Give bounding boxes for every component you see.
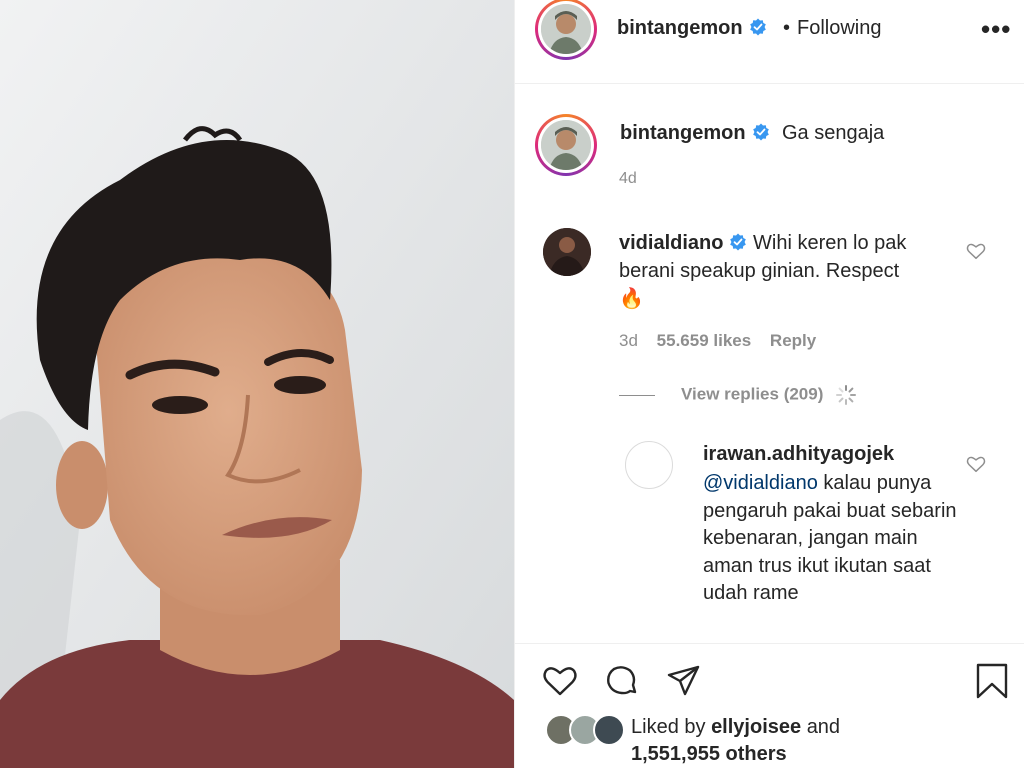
caption-text: Ga sengaja (782, 122, 885, 144)
share-icon[interactable] (665, 662, 703, 700)
likes-count[interactable]: 1,551,955 others (631, 743, 787, 766)
post-details-panel: bintangemon • Following ••• bintangemon … (514, 0, 1024, 768)
author-username[interactable]: bintangemon (617, 17, 767, 40)
comment-username[interactable]: vidialdiano (619, 232, 723, 254)
video-frame-illustration (0, 0, 514, 768)
like-heart-icon[interactable] (541, 662, 579, 700)
liker-avatar[interactable] (593, 714, 625, 746)
avatar-image (543, 228, 591, 276)
fire-emoji: 🔥 (619, 288, 644, 310)
comment-likes-count[interactable]: 55.659 likes (657, 331, 752, 350)
caption-timestamp[interactable]: 4d (619, 170, 637, 188)
comment-avatar[interactable] (543, 228, 591, 276)
liked-by-prefix: Liked by (631, 716, 706, 738)
reply-avatar[interactable] (625, 441, 673, 489)
more-icon[interactable]: ••• (981, 14, 1011, 45)
bookmark-icon[interactable] (973, 662, 1011, 700)
avatar-image (541, 120, 591, 170)
author-username-text[interactable]: bintangemon (617, 17, 743, 39)
comment-body: vidialdiano Wihi keren lo pak berani spe… (619, 229, 949, 313)
reply-button[interactable]: Reply (770, 331, 816, 350)
author-avatar[interactable] (535, 0, 597, 60)
avatar-image (541, 4, 591, 54)
post-header: bintangemon • Following ••• (515, 0, 1024, 84)
verified-badge-icon (752, 123, 769, 141)
liker-avatars (545, 714, 629, 746)
caption-username[interactable]: bintangemon (620, 122, 770, 145)
liked-by-line: Liked by ellyjoisee and (631, 716, 840, 739)
reply-mention-link[interactable]: @vidialdiano (703, 472, 818, 494)
liked-by-and: and (806, 716, 841, 738)
post-media[interactable] (0, 0, 514, 768)
post-actions-bar: Liked by ellyjoisee and 1,551,955 others (515, 643, 1024, 768)
view-replies-button[interactable]: View replies (209) (619, 383, 858, 407)
following-button[interactable]: Following (797, 17, 881, 40)
verified-badge-icon (749, 18, 766, 36)
comment-timestamp[interactable]: 3d (619, 331, 638, 350)
liked-by-user[interactable]: ellyjoisee (711, 716, 801, 738)
replies-divider-line (619, 394, 655, 396)
view-replies-label[interactable]: View replies (209) (681, 384, 823, 403)
verified-badge-icon (730, 233, 747, 251)
spinner-icon (836, 385, 857, 405)
header-separator: • (783, 17, 791, 39)
caption-username-text[interactable]: bintangemon (620, 122, 746, 144)
reply-body: @vidialdiano kalau punya pengaruh pakai … (703, 470, 963, 608)
comment-meta: 3d 55.659 likes Reply (619, 331, 830, 351)
comment-icon[interactable] (603, 662, 641, 700)
comment-like-heart-icon[interactable] (965, 240, 987, 262)
reply-like-heart-icon[interactable] (965, 453, 987, 475)
reply-username[interactable]: irawan.adhityagojek (703, 443, 894, 466)
caption-avatar[interactable] (535, 114, 597, 176)
